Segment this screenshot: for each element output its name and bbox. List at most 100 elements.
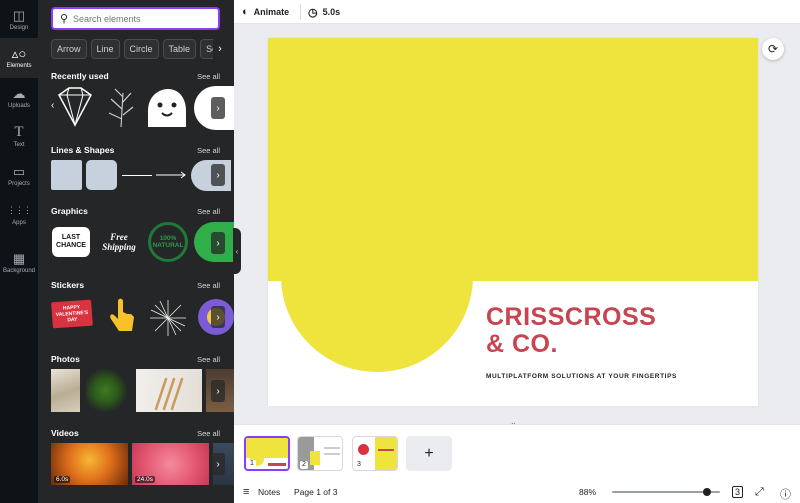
page-thumb-2[interactable]: 2: [297, 436, 343, 471]
editor-toolbar: ◐ Animate ◷ 5.0s: [234, 0, 800, 24]
pointing-hand-sticker[interactable]: [106, 297, 138, 337]
chevron-right-icon[interactable]: ›: [211, 97, 225, 119]
background-pattern-icon: ▦: [12, 250, 26, 266]
page-thumb-yellow: [310, 451, 320, 465]
photo-thumb-spoons[interactable]: [136, 369, 202, 412]
toolbar-divider: [300, 4, 301, 20]
search-input[interactable]: [73, 13, 213, 24]
page-thumb-line: [378, 449, 394, 451]
page-thumb-yellow: [375, 437, 397, 470]
rail-item-background[interactable]: ▦ Background: [0, 243, 38, 283]
slide-subtitle[interactable]: MULTIPLATFORM SOLUTIONS AT YOUR FINGERTI…: [486, 373, 677, 380]
see-all-lines-shapes[interactable]: See all: [197, 146, 220, 155]
starburst-sticker[interactable]: [148, 298, 188, 338]
chip-line[interactable]: Line: [90, 39, 120, 59]
chevron-right-icon[interactable]: ›: [211, 232, 225, 254]
chip-table[interactable]: Table: [162, 39, 197, 59]
page-strip: 1 2 3 +: [234, 424, 800, 481]
rail-item-design[interactable]: ◫ Design: [0, 0, 38, 40]
zoom-level[interactable]: 88%: [579, 487, 596, 497]
see-all-photos[interactable]: See all: [197, 355, 220, 364]
slide-title-line1: CRISSCROSS: [486, 303, 657, 331]
animate-icon: ◐: [242, 6, 249, 18]
page-thumb-line: [324, 453, 340, 455]
zoom-slider-handle[interactable]: [703, 488, 712, 496]
slide-title[interactable]: CRISSCROSS & CO.: [486, 304, 746, 358]
photo-thumb-food[interactable]: [51, 369, 80, 412]
page-thumb-title: [268, 463, 286, 466]
rail-item-label: Design: [9, 24, 29, 31]
shapes-icon: ▵○: [11, 45, 27, 61]
photo-thumb-basil[interactable]: [86, 369, 129, 412]
plant-sketch-thumb[interactable]: [101, 85, 141, 129]
section-title-stickers: Stickers: [51, 280, 85, 290]
chevron-right-icon[interactable]: ›: [211, 164, 225, 186]
add-page-button[interactable]: +: [406, 436, 452, 471]
notes-icon[interactable]: ≡: [243, 486, 249, 498]
page-thumb-line: [324, 447, 340, 449]
chevron-right-icon[interactable]: ›: [211, 380, 225, 402]
video-duration: 24.0s: [135, 476, 155, 483]
clock-icon: ◷: [308, 6, 318, 19]
natural-badge-graphic[interactable]: 100% NATURAL: [148, 222, 188, 262]
rail-item-projects[interactable]: ▭ Projects: [0, 156, 38, 196]
video-duration: 6.0s: [54, 476, 71, 483]
see-all-recently-used[interactable]: See all: [197, 72, 220, 81]
layout-icon: ◫: [12, 7, 26, 23]
diamond-sketch-thumb[interactable]: [51, 85, 97, 129]
section-title-lines-shapes: Lines & Shapes: [51, 145, 115, 155]
animate-label: Animate: [253, 7, 290, 17]
duration-label: 5.0s: [322, 7, 341, 17]
section-title-graphics: Graphics: [51, 206, 88, 216]
square-shape-thumb[interactable]: [51, 160, 82, 190]
cloud-upload-icon: ☁: [12, 85, 26, 101]
see-all-videos[interactable]: See all: [197, 429, 220, 438]
wooden-spoons-image: [154, 377, 184, 411]
chip-arrow[interactable]: Arrow: [51, 39, 87, 59]
chip-circle[interactable]: Circle: [123, 39, 159, 59]
valentines-sticker[interactable]: HAPPY VALENTINE'S DAY: [51, 299, 93, 329]
chevron-right-icon[interactable]: ›: [211, 306, 225, 328]
see-all-graphics[interactable]: See all: [197, 207, 220, 216]
design-canvas-page[interactable]: CRISSCROSS & CO. MULTIPLATFORM SOLUTIONS…: [268, 38, 758, 406]
arrow-line-thumb[interactable]: [156, 170, 188, 180]
page-thumb-3[interactable]: 3: [352, 436, 398, 471]
search-box[interactable]: ⚲: [51, 7, 220, 30]
left-rail: ◫ Design ▵○ Elements ☁ Uploads T Text ▭ …: [0, 0, 38, 503]
chevron-right-icon[interactable]: ›: [211, 453, 225, 475]
rail-item-text[interactable]: T Text: [0, 117, 38, 157]
rail-item-label: Text: [13, 141, 25, 148]
video-thumb-pink[interactable]: 24.0s: [132, 443, 209, 485]
duration-button[interactable]: ◷ 5.0s: [308, 5, 340, 19]
line-thumb[interactable]: [122, 175, 152, 176]
plus-icon: +: [424, 444, 434, 462]
rail-item-uploads[interactable]: ☁ Uploads: [0, 78, 38, 118]
fullscreen-icon[interactable]: ⤢: [755, 486, 764, 499]
search-icon: ⚲: [59, 13, 69, 25]
chevron-right-icon[interactable]: ›: [213, 39, 227, 59]
page-grid-button[interactable]: 3: [732, 486, 744, 498]
notes-button[interactable]: Notes: [258, 487, 280, 497]
section-title-videos: Videos: [51, 428, 79, 438]
video-thumb-fire[interactable]: 6.0s: [51, 443, 128, 485]
free-shipping-graphic[interactable]: Free Shipping: [96, 230, 142, 254]
rounded-square-shape-thumb[interactable]: [86, 160, 117, 190]
bottom-bar: ≡ Notes Page 1 of 3 88% 3 ⤢ ⓘ: [234, 481, 800, 503]
text-icon: T: [14, 123, 24, 140]
page-thumb-1[interactable]: 1: [244, 436, 290, 471]
help-icon[interactable]: ⓘ: [780, 486, 791, 502]
see-all-stickers[interactable]: See all: [197, 281, 220, 290]
rail-item-apps[interactable]: ⋮⋮⋮ Apps: [0, 195, 38, 235]
rail-item-label: Uploads: [7, 102, 30, 109]
rail-item-label: Apps: [12, 219, 26, 226]
section-title-photos: Photos: [51, 354, 80, 364]
collapse-panel-handle[interactable]: ‹: [233, 228, 241, 274]
page-number: 3: [355, 461, 363, 469]
smiley-blob-thumb[interactable]: [146, 87, 188, 129]
page-number: 1: [248, 460, 256, 468]
filter-chips: Arrow Line Circle Table Square: [51, 39, 226, 59]
refresh-icon[interactable]: ⟳: [762, 38, 784, 60]
last-chance-graphic[interactable]: LAST CHANCE: [52, 227, 90, 257]
rail-item-elements[interactable]: ▵○ Elements: [0, 38, 38, 78]
animate-button[interactable]: ◐ Animate: [242, 5, 289, 19]
